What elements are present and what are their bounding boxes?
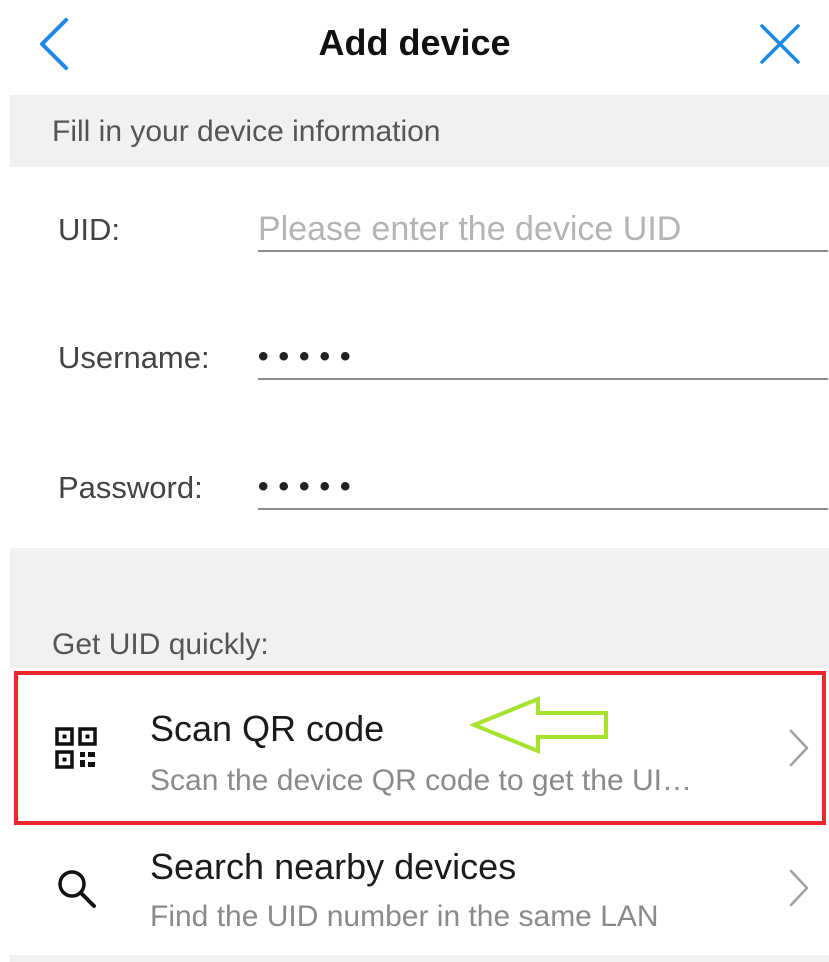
uid-row: UID: Please enter the device UID <box>10 180 829 280</box>
chevron-right-icon <box>789 869 809 907</box>
arrow-left-annotation-icon <box>470 696 608 754</box>
password-masked-value: ••••• <box>258 470 361 503</box>
item-subtitle: Find the UID number in the same LAN <box>150 900 659 933</box>
header-bar: Add device <box>0 0 829 92</box>
highlight-annotation-box <box>14 671 826 825</box>
search-nearby-devices-item[interactable]: Search nearby devices Find the UID numbe… <box>10 826 829 954</box>
bottom-divider <box>10 955 829 962</box>
search-icon <box>58 870 96 908</box>
item-title: Search nearby devices <box>150 846 517 887</box>
section-label: Get UID quickly: <box>52 628 269 661</box>
uid-placeholder: Please enter the device UID <box>258 210 682 248</box>
password-row: Password: ••••• <box>10 440 829 540</box>
username-label: Username: <box>58 340 210 375</box>
password-input[interactable]: ••••• <box>258 466 828 510</box>
page-title: Add device <box>318 22 511 63</box>
quick-uid-section-header: Get UID quickly: <box>10 548 829 668</box>
password-label: Password: <box>58 470 203 505</box>
close-icon[interactable] <box>752 16 808 72</box>
username-input[interactable]: ••••• <box>258 336 828 380</box>
device-info-section-header: Fill in your device information <box>10 95 829 167</box>
uid-input[interactable]: Please enter the device UID <box>258 208 828 252</box>
username-masked-value: ••••• <box>258 340 361 373</box>
username-row: Username: ••••• <box>10 310 829 410</box>
section-label: Fill in your device information <box>52 115 441 148</box>
uid-label: UID: <box>58 212 120 247</box>
